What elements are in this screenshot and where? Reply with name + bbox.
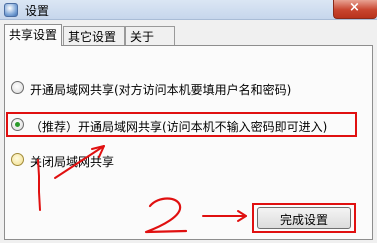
- app-icon: [4, 3, 18, 17]
- close-button[interactable]: ×: [333, 0, 377, 19]
- title-bar[interactable]: 设置 ×: [0, 0, 377, 20]
- red-highlight-box: [252, 203, 356, 233]
- red-highlight-box: [6, 112, 357, 137]
- close-icon: ×: [349, 0, 360, 15]
- radio-button[interactable]: [11, 81, 24, 94]
- settings-window: 设置 × 共享设置 其它设置 关于 开通局域网共享(对方访问本机要填用户名和密码…: [0, 0, 377, 243]
- tab-share-settings[interactable]: 共享设置: [4, 24, 62, 46]
- window-title: 设置: [25, 4, 50, 18]
- tab-bar: 共享设置 其它设置 关于: [4, 24, 372, 46]
- option-label: 开通局域网共享(对方访问本机要填用户名和密码): [30, 83, 292, 97]
- option-label: 关闭局域网共享: [30, 155, 115, 169]
- tab-other-settings[interactable]: 其它设置: [63, 26, 125, 45]
- tab-about[interactable]: 关于: [125, 26, 175, 45]
- radio-button[interactable]: [11, 153, 24, 166]
